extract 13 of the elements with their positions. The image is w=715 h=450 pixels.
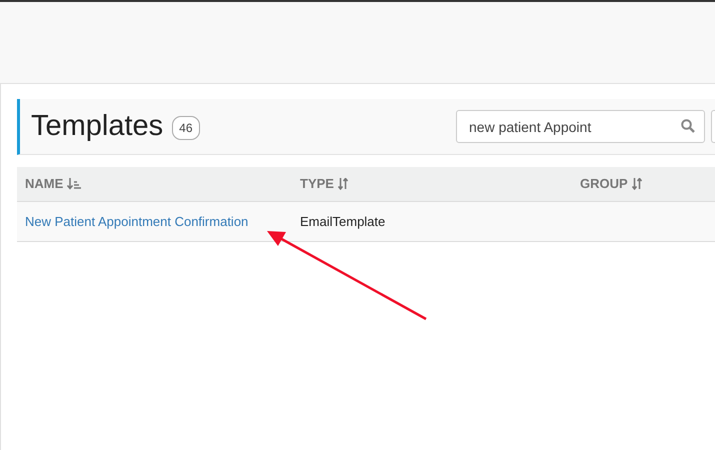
toolbar-button[interactable] (711, 110, 715, 143)
search-icon (681, 119, 695, 133)
page-title: Templates (31, 108, 164, 144)
column-header[interactable]: TYPE (300, 174, 348, 194)
search-field[interactable]: new patient Appoint (456, 110, 705, 143)
count-badge: 46 (172, 116, 200, 140)
column-header[interactable]: NAME (25, 174, 82, 194)
column-header[interactable]: GROUP (580, 174, 642, 194)
template-link[interactable]: New Patient Appointment Confirmation (25, 214, 248, 228)
sort-ascending-icon (67, 178, 82, 190)
sort-icon (338, 178, 348, 190)
table-cell: EmailTemplate (300, 214, 386, 228)
sort-icon (632, 178, 642, 190)
